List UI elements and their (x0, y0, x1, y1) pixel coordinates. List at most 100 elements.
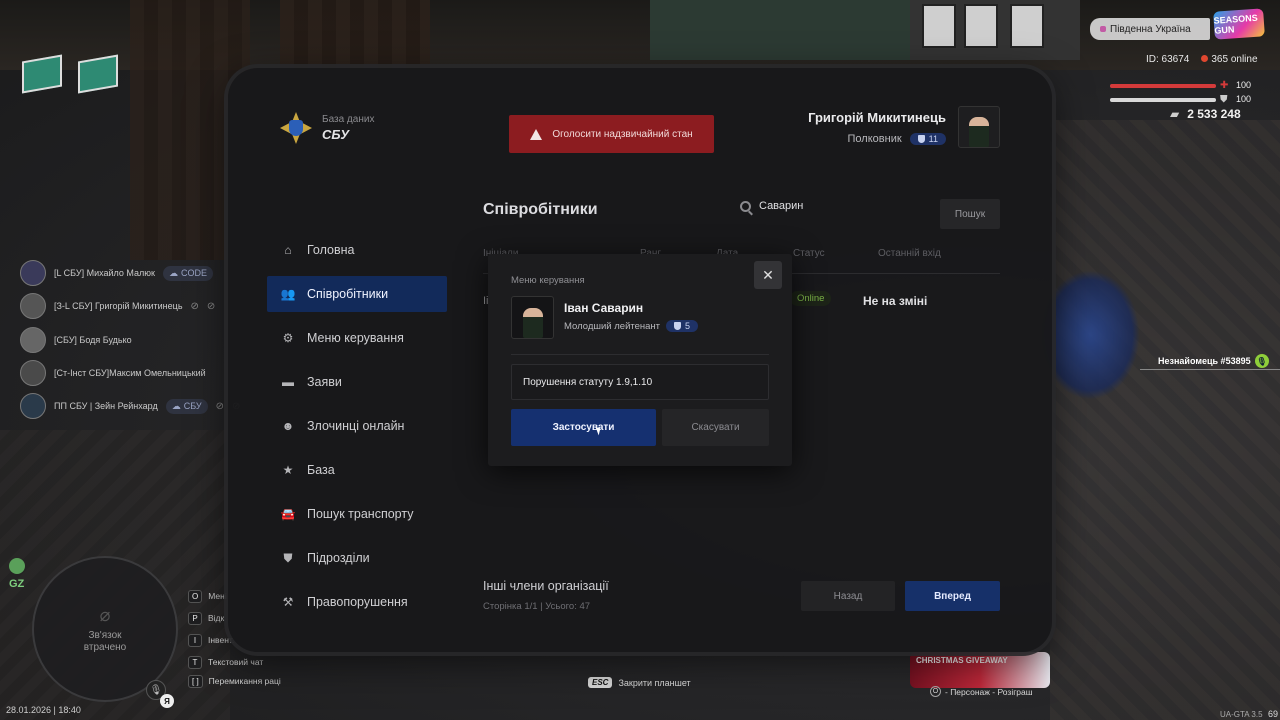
key-hint: P Відк (188, 611, 224, 625)
key-hint-label: Текстовий чат (208, 657, 264, 667)
giveaway-hint-label: - Персонаж - Розіграш (945, 686, 1033, 697)
sidebar-item-units[interactable]: ⛊ Підрозділи (267, 540, 447, 576)
giveaway-banner[interactable]: CHRISTMAS GIVEAWAY (910, 652, 1050, 688)
users-icon: 👥 (280, 287, 296, 301)
search-box[interactable]: Саварин (740, 200, 803, 212)
voice-name: [З-L СБУ] Григорій Микитинець (54, 301, 183, 311)
picture-frame (1010, 4, 1044, 48)
health-value: 100 (1236, 80, 1252, 90)
player-id: ID: 63674 (1146, 54, 1190, 65)
key-hint-label: Перемикання раці (208, 676, 281, 686)
server-logo: SEASONS GUN (1213, 8, 1265, 40)
reason-input[interactable] (511, 364, 769, 400)
money-display: ▰ 2 533 248 (1170, 107, 1241, 121)
sidebar-item-database[interactable]: ★ База (267, 452, 447, 488)
warning-icon (530, 128, 543, 140)
armor-bar (1110, 98, 1216, 102)
tablet-window: База даних СБУ Оголосити надзвичайний ст… (228, 68, 1052, 652)
level-badge: 5 (666, 320, 699, 332)
profile-rank: Полковник (847, 132, 902, 145)
sidebar-item-home[interactable]: ⌂ Головна (267, 232, 447, 268)
money-value: 2 533 248 (1187, 107, 1241, 121)
region-icon (1100, 26, 1106, 32)
column-header: Статус (793, 248, 825, 259)
search-button[interactable]: Пошук (940, 199, 1000, 229)
stranger-label: Незнайомець #53895 (1158, 356, 1251, 366)
key-hint: I Інвент. (188, 633, 234, 647)
sidebar-item-label: База (307, 463, 335, 477)
avatar (20, 260, 46, 286)
game-background-frames (910, 0, 1080, 60)
avatar (20, 360, 46, 386)
sidebar-item-label: Меню керування (307, 331, 404, 345)
next-button[interactable]: Вперед (905, 581, 1000, 611)
voice-list-item: [СБУ] Бодя Будько (20, 327, 132, 353)
health-bar (1110, 84, 1216, 88)
voice-name: [L СБУ] Михайло Малюк (54, 268, 155, 278)
close-icon[interactable]: ✕ (754, 261, 782, 289)
online-label: 365 online (1211, 54, 1258, 65)
sidebar-item-label: Пошук транспорту (307, 507, 414, 521)
version-label: UA-GTA 3.5 (1220, 710, 1263, 719)
pagination-info: Сторінка 1/1 | Усього: 47 (483, 601, 591, 612)
employee-rank: Молодший лейтенант (564, 320, 661, 332)
modal-divider (511, 354, 769, 355)
sidebar-item-vehicle-search[interactable]: 🚘 Пошук транспорту (267, 496, 447, 532)
emergency-label: Оголосити надзвичайний стан (552, 128, 693, 140)
online-icon (1201, 55, 1209, 62)
key-hint: O Мені (188, 589, 227, 603)
voice-tag: ☁ CODE (162, 265, 213, 281)
picture-frame (964, 4, 998, 48)
cancel-button[interactable]: Скасувати (662, 409, 769, 446)
game-background-kiosk (22, 54, 62, 94)
key-hint: T Текстовий чат (188, 655, 263, 669)
stranger-nametag: Незнайомець #53895 🎙 (1158, 354, 1269, 368)
mic-muted-icon: ⊘ (190, 300, 199, 312)
search-input[interactable]: Саварин (759, 200, 803, 212)
modal-title: Меню керування (511, 275, 585, 286)
sidebar-item-applications[interactable]: ▬ Заяви (267, 364, 447, 400)
health-icon: ✚ (1220, 80, 1229, 91)
esc-hint-label: Закрити планшет (618, 677, 691, 688)
giveaway-hint: O - Персонаж - Розіграш (930, 686, 1033, 697)
key-hint-label: Інвент. (208, 635, 235, 645)
star-icon: ★ (282, 463, 294, 477)
nametag-line (1140, 369, 1280, 370)
shield-icon (674, 322, 682, 330)
voice-tag-label: СБУ (183, 401, 202, 411)
brand-title: СБУ (322, 127, 350, 142)
voice-name: ПП СБУ | Зейн Рейнхард (54, 401, 158, 411)
employee-avatar (511, 296, 554, 339)
brand-subtitle: База даних (322, 114, 375, 125)
game-background-feathers (1040, 270, 1140, 400)
minimap-status: Зв'язок втрачено (83, 629, 127, 653)
sidebar-item-employees[interactable]: 👥 Співробітники (267, 276, 447, 312)
apply-button[interactable]: Застосувати (511, 409, 656, 446)
region-badge: Південна Україна (1090, 18, 1210, 40)
picture-frame (922, 4, 956, 48)
status-badge: Online (790, 291, 832, 306)
sidebar-item-control-menu[interactable]: ⚙ Меню керування (267, 320, 447, 356)
greenzone-icon (9, 558, 25, 574)
home-icon: ⌂ (284, 243, 292, 257)
back-button[interactable]: Назад (801, 581, 895, 611)
region-label: Південна Україна (1110, 23, 1191, 35)
game-background-wood-top (280, 0, 430, 70)
voice-list-item: ПП СБУ | Зейн Рейнхард ☁СБУ ⊘ ⊘ (20, 393, 240, 419)
user-profile: Григорій Микитинець Полковник 11 (808, 106, 1000, 148)
sidebar-item-criminals[interactable]: ☻ Злочинці онлайн (267, 408, 447, 444)
emergency-button[interactable]: Оголосити надзвичайний стан (509, 115, 714, 153)
employee-rank-row: Молодший лейтенант 5 (564, 320, 699, 332)
fps-counter: 69 (1268, 709, 1279, 719)
other-members-title: Інші члени організації (483, 579, 609, 593)
criminal-icon: ☻ (281, 419, 295, 433)
mic-badge: Я (160, 694, 174, 708)
esc-key: ESC (588, 677, 613, 688)
profile-avatar (958, 106, 1000, 148)
sidebar-item-offenses[interactable]: ⚒ Правопорушення (267, 584, 447, 620)
key-hint-label: Мені (208, 591, 227, 601)
armor-value: 100 (1236, 94, 1252, 104)
avatar (20, 393, 46, 419)
sound-muted-icon: ⊘ (206, 300, 216, 312)
key-cap: T (188, 655, 202, 669)
